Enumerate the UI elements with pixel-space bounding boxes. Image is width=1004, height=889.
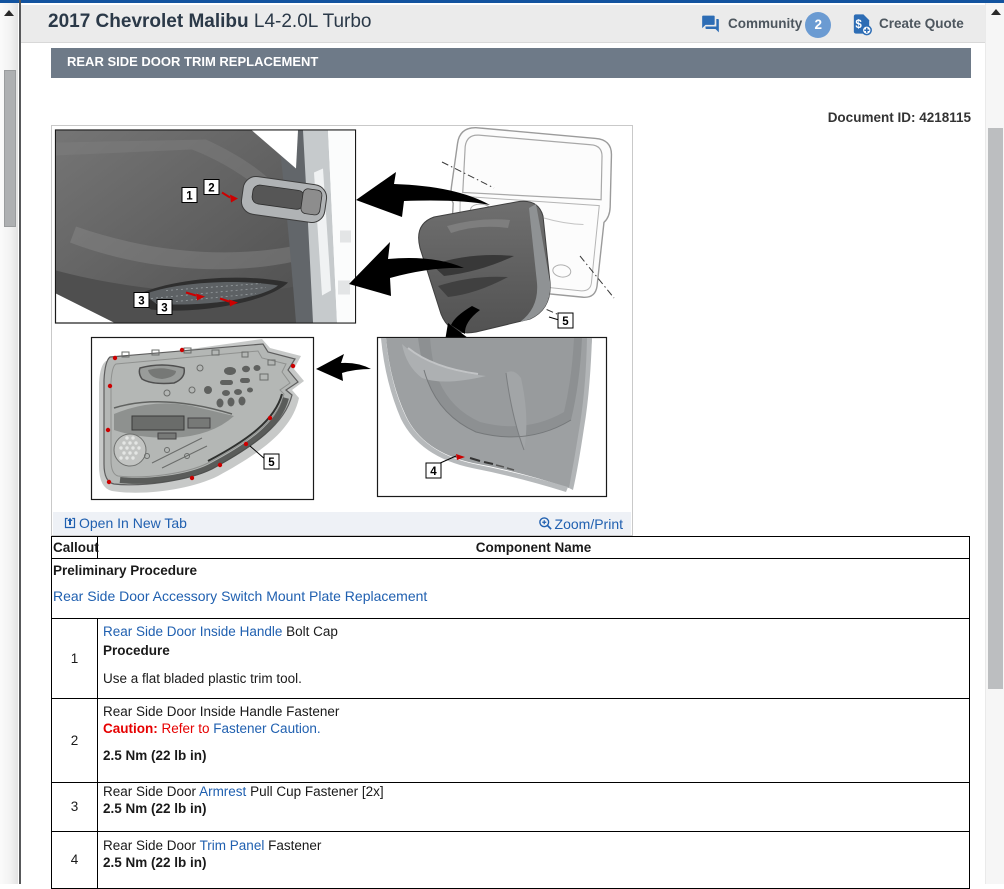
svg-text:3: 3 [138,296,144,308]
svg-text:5: 5 [268,457,275,469]
svg-text:3: 3 [161,303,167,315]
svg-text:4: 4 [430,466,437,478]
svg-text:5: 5 [562,316,569,328]
svg-text:1: 1 [186,191,193,203]
svg-text:$: $ [855,18,862,30]
svg-text:2: 2 [208,183,214,195]
